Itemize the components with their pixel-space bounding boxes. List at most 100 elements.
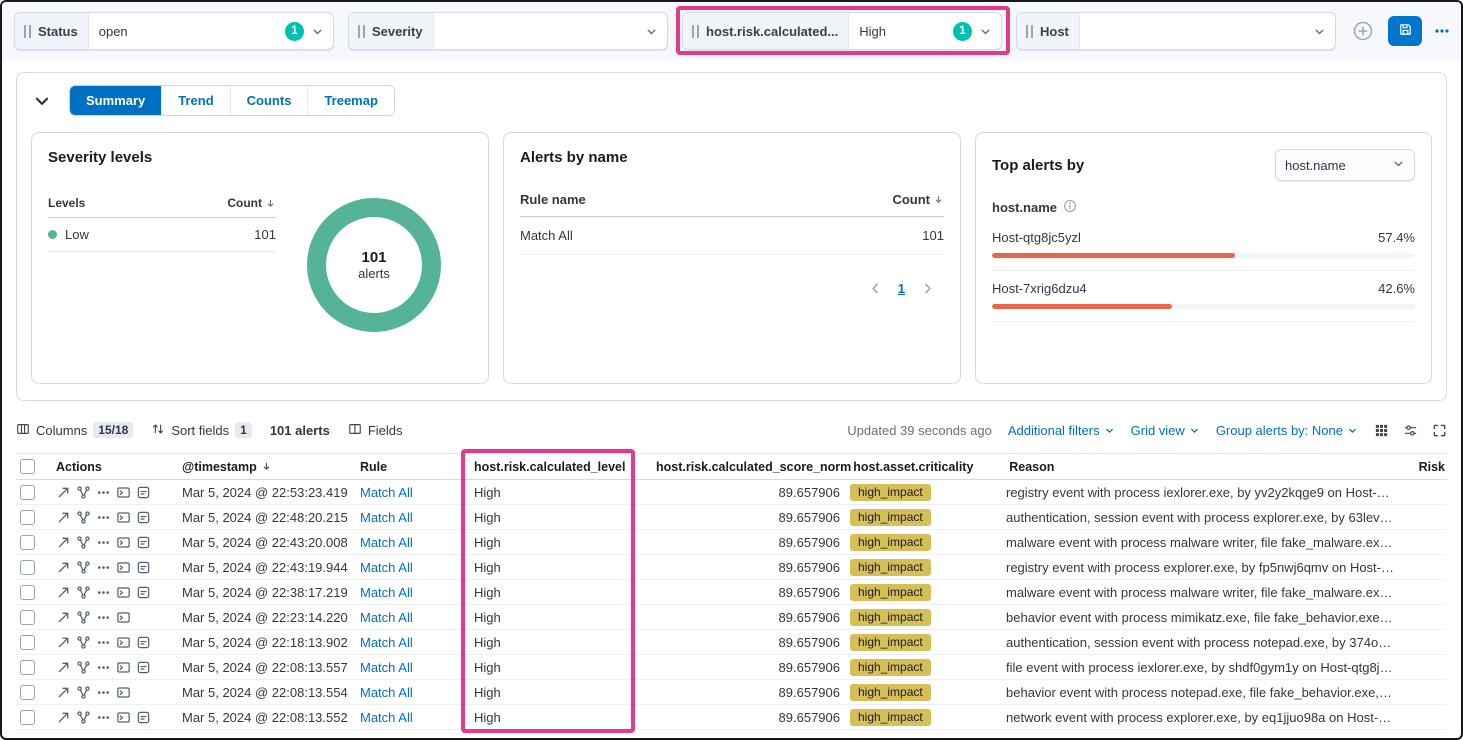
expand-alert-icon[interactable] — [56, 660, 71, 675]
expand-alert-icon[interactable] — [56, 510, 71, 525]
alert-reason[interactable]: registry event with process explorer.exe… — [1006, 560, 1403, 575]
session-view-icon[interactable] — [116, 660, 131, 675]
analyze-event-icon[interactable] — [76, 485, 91, 500]
filter-host-risk-level[interactable]: host.risk.calculated... High 1 — [682, 12, 1002, 50]
alert-reason[interactable]: authentication, session event with proce… — [1006, 510, 1403, 525]
alert-reason[interactable]: malware event with process malware write… — [1006, 585, 1403, 600]
analyze-event-icon[interactable] — [76, 610, 91, 625]
analyze-event-icon[interactable] — [76, 535, 91, 550]
alert-reason[interactable]: behavior event with process mimikatz.exe… — [1006, 610, 1403, 625]
investigate-in-timeline-icon[interactable] — [136, 535, 151, 550]
alert-reason[interactable]: malware event with process malware write… — [1006, 535, 1403, 550]
expand-alert-icon[interactable] — [56, 485, 71, 500]
expand-alert-icon[interactable] — [56, 610, 71, 625]
investigate-in-timeline-icon[interactable] — [136, 510, 151, 525]
more-actions-icon[interactable] — [96, 535, 111, 550]
alert-reason[interactable]: authentication, session event with proce… — [1006, 635, 1403, 650]
row-checkbox[interactable] — [20, 610, 35, 625]
more-actions-icon[interactable] — [96, 660, 111, 675]
drag-handle-icon[interactable] — [358, 25, 365, 38]
columns-button[interactable]: Columns 15/18 — [16, 422, 133, 439]
group-alerts-button[interactable]: Group alerts by: None — [1216, 423, 1358, 438]
filter-severity[interactable]: Severity — [348, 12, 668, 50]
tab-trend[interactable]: Trend — [161, 86, 229, 115]
row-checkbox[interactable] — [20, 685, 35, 700]
analyze-event-icon[interactable] — [76, 560, 91, 575]
host-name[interactable]: Host-7xrig6dzu4 — [992, 281, 1087, 296]
rule-link[interactable]: Match All — [360, 585, 413, 600]
grid-view-button[interactable]: Grid view — [1131, 423, 1200, 438]
rule-link[interactable]: Match All — [360, 510, 413, 525]
host-name[interactable]: Host-qtg8jc5yzl — [992, 230, 1081, 245]
add-filter-button[interactable] — [1350, 18, 1376, 44]
expand-alert-icon[interactable] — [56, 535, 71, 550]
prev-page-icon[interactable] — [869, 282, 882, 295]
risk-column-header[interactable]: Risk — [1403, 460, 1447, 474]
drag-handle-icon[interactable] — [1026, 25, 1033, 38]
analyze-event-icon[interactable] — [76, 685, 91, 700]
drag-handle-icon[interactable] — [24, 25, 31, 38]
expand-alert-icon[interactable] — [56, 560, 71, 575]
row-checkbox[interactable] — [20, 560, 35, 575]
display-options-icon[interactable] — [1403, 423, 1418, 438]
session-view-icon[interactable] — [116, 510, 131, 525]
session-view-icon[interactable] — [116, 710, 131, 725]
alert-reason[interactable]: registry event with process iexlorer.exe… — [1006, 485, 1403, 500]
fullscreen-icon[interactable] — [1432, 423, 1447, 438]
count-column-header[interactable]: Count — [227, 196, 276, 210]
expand-alert-icon[interactable] — [56, 685, 71, 700]
risk-score-column-header[interactable]: host.risk.calculated_score_norm — [656, 460, 851, 474]
more-actions-icon[interactable] — [96, 685, 111, 700]
filter-host[interactable]: Host — [1016, 12, 1336, 50]
more-actions-icon[interactable] — [96, 510, 111, 525]
more-actions-icon[interactable] — [96, 635, 111, 650]
analyze-event-icon[interactable] — [76, 510, 91, 525]
more-actions-icon[interactable] — [96, 585, 111, 600]
session-view-icon[interactable] — [116, 610, 131, 625]
rule-link[interactable]: Match All — [360, 685, 413, 700]
grid-options-icon[interactable] — [1374, 423, 1389, 438]
session-view-icon[interactable] — [116, 585, 131, 600]
alert-reason[interactable]: behavior event with process notepad.exe,… — [1006, 685, 1403, 700]
row-checkbox[interactable] — [20, 710, 35, 725]
sort-fields-button[interactable]: Sort fields 1 — [151, 422, 252, 439]
investigate-in-timeline-icon[interactable] — [136, 585, 151, 600]
next-page-icon[interactable] — [921, 282, 934, 295]
criticality-column-header[interactable]: host.asset.criticality — [851, 460, 1009, 474]
more-actions-icon[interactable] — [96, 610, 111, 625]
alert-reason[interactable]: network event with process explorer.exe,… — [1006, 710, 1403, 725]
investigate-in-timeline-icon[interactable] — [136, 560, 151, 575]
rule-link[interactable]: Match All — [360, 710, 413, 725]
reason-column-header[interactable]: Reason — [1009, 460, 1403, 474]
stack-by-select[interactable]: host.name — [1275, 149, 1415, 181]
timestamp-column-header[interactable]: @timestamp — [182, 460, 360, 474]
tab-summary[interactable]: Summary — [70, 86, 161, 115]
info-icon[interactable] — [1063, 199, 1077, 216]
analyze-event-icon[interactable] — [76, 710, 91, 725]
session-view-icon[interactable] — [116, 535, 131, 550]
row-checkbox[interactable] — [20, 535, 35, 550]
tab-counts[interactable]: Counts — [230, 86, 308, 115]
analyze-event-icon[interactable] — [76, 635, 91, 650]
more-actions-icon[interactable] — [96, 710, 111, 725]
session-view-icon[interactable] — [116, 485, 131, 500]
drag-handle-icon[interactable] — [692, 25, 699, 38]
tab-treemap[interactable]: Treemap — [307, 86, 393, 115]
more-actions-icon[interactable] — [96, 485, 111, 500]
rule-link[interactable]: Match All — [360, 535, 413, 550]
collapse-summary-button[interactable] — [31, 90, 53, 112]
investigate-in-timeline-icon[interactable] — [136, 710, 151, 725]
fields-button[interactable]: Fields — [348, 422, 403, 439]
more-actions-icon[interactable] — [96, 560, 111, 575]
row-checkbox[interactable] — [20, 585, 35, 600]
rule-column-header[interactable]: Rule — [360, 460, 468, 474]
investigate-in-timeline-icon[interactable] — [136, 485, 151, 500]
filter-status[interactable]: Status open 1 — [14, 12, 334, 50]
rule-link[interactable]: Match All — [360, 610, 413, 625]
risk-level-column-header[interactable]: host.risk.calculated_level — [468, 460, 656, 474]
expand-alert-icon[interactable] — [56, 710, 71, 725]
filter-set-menu-button[interactable] — [1434, 23, 1450, 39]
session-view-icon[interactable] — [116, 560, 131, 575]
count-column-header[interactable]: Count — [892, 192, 944, 207]
rule-link[interactable]: Match All — [360, 485, 413, 500]
